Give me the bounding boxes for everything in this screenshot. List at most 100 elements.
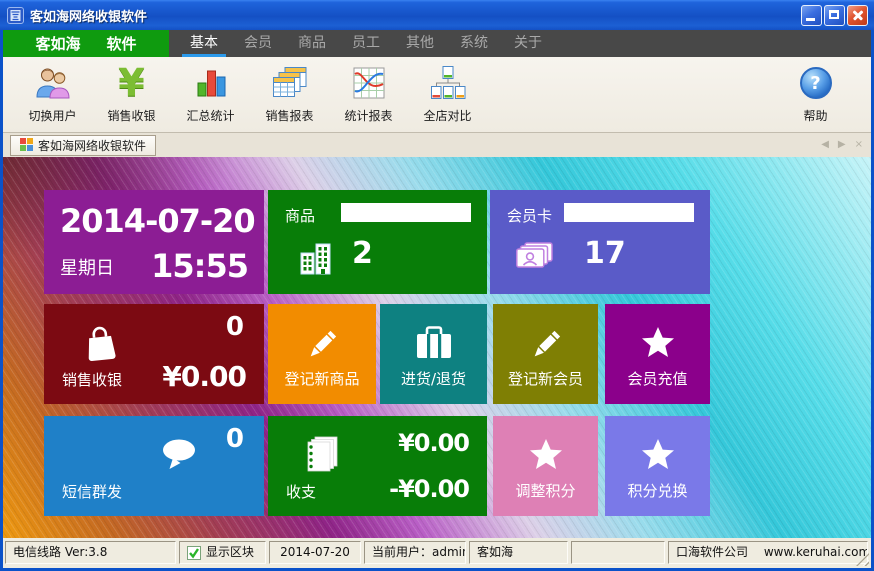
new-product-label: 登记新商品 [284,368,359,389]
tile-sms-broadcast[interactable]: 短信群发 0 [44,416,264,516]
brand-name: 客如海 [35,33,80,54]
brand-block: 客如海 软件 [3,30,169,57]
toolbar-button-summary-stats[interactable]: 汇总统计 [171,64,250,124]
minimize-button[interactable] [801,5,822,26]
toolbar-label: 帮助 [803,107,827,124]
toolbar: 切换用户 ¥ 销售收银 汇总统计 [3,57,871,133]
toolbar-button-sales-report[interactable]: 销售报表 [250,64,329,124]
sales-count: 0 [226,312,244,342]
toolbar-button-store-compare[interactable]: 全店对比 [408,64,487,124]
app-window: 客如海网络收银软件 客如海 软件 基本 会员 商品 员工 其他 系统 关于 [0,0,874,571]
status-empty-panel [571,541,665,564]
member-cards-icon [516,242,556,278]
toolbar-button-switch-user[interactable]: 切换用户 [13,64,92,124]
product-count: 2 [352,236,373,271]
status-line-version: 电信线路 Ver:3.8 [5,541,176,564]
star-icon [640,326,676,364]
tab-navigation: ◀ ▶ × [821,139,863,151]
status-date: 2014-07-20 [269,541,361,564]
income-label: 收支 [286,481,316,502]
titlebar: 客如海网络收银软件 [0,0,874,30]
status-company: 口海软件公司 www.keruhai.com [668,541,868,564]
report-tables-icon [273,64,307,102]
new-member-label: 登记新会员 [508,368,583,389]
tab-scroll-right-icon[interactable]: ▶ [838,139,846,151]
tile-new-member[interactable]: 登记新会员 [493,304,598,404]
menu-tab-member[interactable]: 会员 [231,30,285,57]
colored-squares-icon [20,138,33,154]
close-button[interactable] [847,5,868,26]
star-icon [640,438,676,476]
product-input[interactable] [341,203,471,222]
tile-product[interactable]: 商品 [268,190,487,294]
tile-member-recharge[interactable]: 会员充值 [605,304,710,404]
yen-icon: ¥ [118,64,144,102]
menu-tab-other[interactable]: 其他 [393,30,447,57]
pencil-icon [527,326,565,368]
status-current-user: 当前用户：admin [364,541,466,564]
menu-tab-basic[interactable]: 基本 [177,30,231,57]
toolbar-button-help[interactable]: ? 帮助 [776,64,855,124]
menu-tab-about[interactable]: 关于 [501,30,555,57]
building-icon [298,240,334,280]
tile-datetime[interactable]: 2014-07-20 星期日 15:55 [44,190,264,294]
document-tab-home[interactable]: 客如海网络收银软件 [10,135,156,156]
briefcase-icon [415,326,453,364]
show-blocks-label: 显示区块 [206,542,254,563]
maximize-button[interactable] [824,5,845,26]
expense-amount: -¥0.00 [389,475,469,503]
toolbar-label: 切换用户 [28,107,76,124]
menu-tabs: 基本 会员 商品 员工 其他 系统 关于 [177,30,555,57]
tile-income-expense[interactable]: 收支 ¥0.00 -¥0.00 [268,416,487,516]
tab-close-icon[interactable]: × [855,139,863,151]
menu-tab-product[interactable]: 商品 [285,30,339,57]
member-card-input[interactable] [564,203,694,222]
document-tabstrip: 客如海网络收银软件 ◀ ▶ × [3,133,871,157]
sms-label: 短信群发 [62,481,122,502]
sms-count: 0 [226,424,244,454]
speech-bubble-icon [160,438,200,476]
tile-new-product[interactable]: 登记新商品 [268,304,376,404]
sales-amount: ¥0.00 [162,360,246,393]
notebook-icon [306,436,340,478]
date-text: 2014-07-20 [60,202,255,240]
statusbar: 电信线路 Ver:3.8 显示区块 2014-07-20 当前用户：admin … [3,538,871,568]
client-area: 客如海 软件 基本 会员 商品 员工 其他 系统 关于 [3,30,871,568]
product-label: 商品 [285,205,315,226]
toolbar-button-stats-report[interactable]: 统计报表 [329,64,408,124]
tile-adjust-points[interactable]: 调整积分 [493,416,598,516]
tab-scroll-left-icon[interactable]: ◀ [821,139,829,151]
purchase-return-label: 进货/退货 [401,368,466,389]
toolbar-button-cashier[interactable]: ¥ 销售收银 [92,64,171,124]
tile-exchange-points[interactable]: 积分兑换 [605,416,710,516]
dashboard: 2014-07-20 星期日 15:55 商品 [3,157,871,538]
app-icon [7,7,24,24]
brand-suffix: 软件 [107,33,137,54]
toolbar-label: 销售报表 [265,107,313,124]
adjust-points-label: 调整积分 [515,480,575,501]
switch-user-icon [35,64,71,102]
show-blocks-checkbox[interactable] [187,546,201,560]
bar-chart-icon [195,64,227,102]
recharge-label: 会员充值 [627,368,687,389]
menu-tab-staff[interactable]: 员工 [339,30,393,57]
weekday-text: 星期日 [60,254,114,280]
time-text: 15:55 [151,247,248,285]
tile-purchase-return[interactable]: 进货/退货 [380,304,487,404]
exchange-points-label: 积分兑换 [627,480,687,501]
member-count: 17 [584,236,626,271]
store-compare-icon [430,64,466,102]
toolbar-label: 汇总统计 [186,107,234,124]
menu-tab-system[interactable]: 系统 [447,30,501,57]
window-title: 客如海网络收银软件 [30,6,147,25]
toolbar-label: 全店对比 [423,107,471,124]
company-name: 口海软件公司 [676,545,748,559]
help-icon: ? [800,64,832,102]
status-store-name: 客如海 [469,541,568,564]
document-tab-label: 客如海网络收银软件 [38,137,146,154]
tile-member-card[interactable]: 会员卡 17 [490,190,710,294]
pencil-icon [303,326,341,368]
menubar: 客如海 软件 基本 会员 商品 员工 其他 系统 关于 [3,30,871,57]
toolbar-label: 销售收银 [107,107,155,124]
tile-sales-cashier[interactable]: 销售收银 0 ¥0.00 [44,304,264,404]
